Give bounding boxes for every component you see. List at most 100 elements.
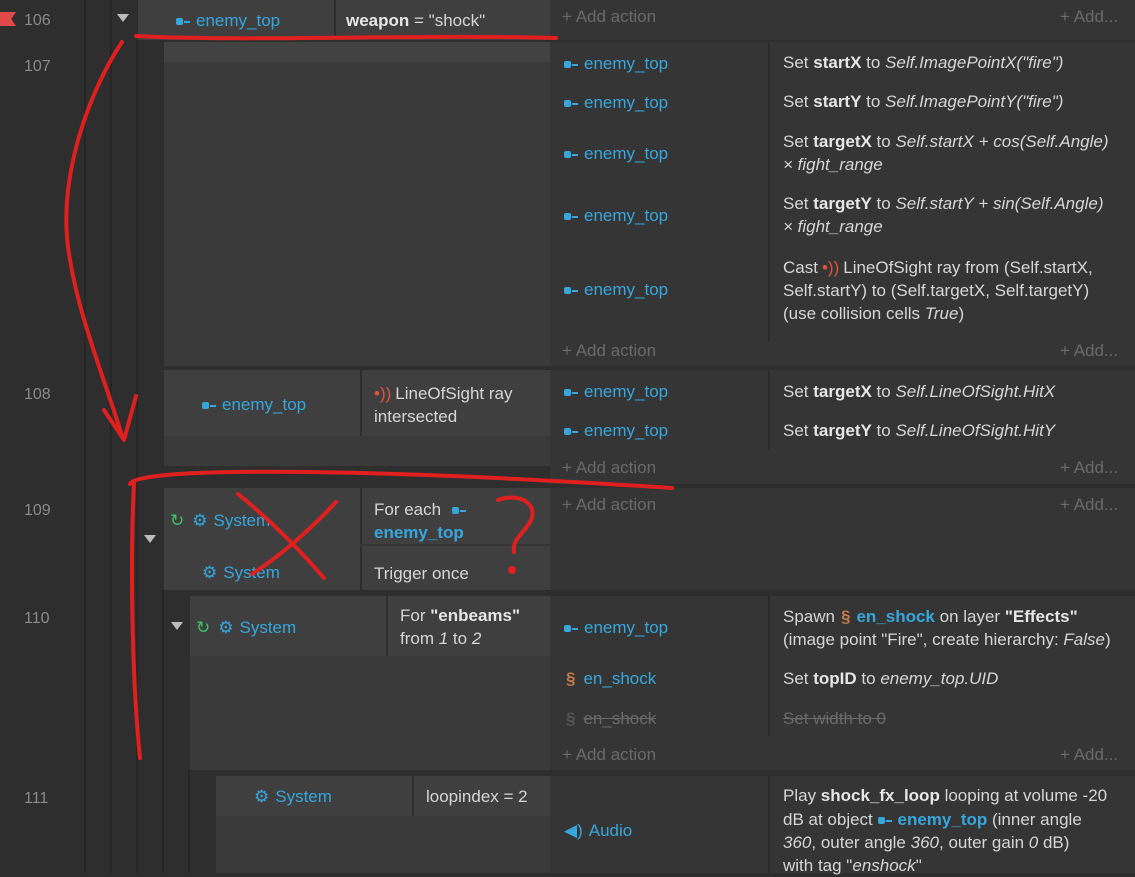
action-text-line2: (image point "Fire", create hierarchy: F…	[783, 630, 1111, 649]
sprite-icon: §	[566, 709, 576, 728]
add-action-link[interactable]: + Add action	[562, 5, 656, 28]
loop-icon: ↻	[170, 511, 185, 530]
condition-cell[interactable]: loopindex = 2	[412, 776, 550, 816]
add-action-link[interactable]: + Add action	[562, 743, 656, 766]
add-more-link[interactable]: + Add...	[1060, 493, 1118, 516]
add-action-link[interactable]: + Add action	[562, 456, 656, 479]
gutter-divider	[84, 0, 86, 873]
condition-value: = "shock"	[409, 11, 486, 30]
row-number: 108	[24, 386, 51, 403]
condition-text-line2: intersected	[374, 407, 458, 426]
action-text[interactable]: Set targetX to Self.startX + cos(Self.An…	[783, 130, 1109, 153]
condition-filler	[216, 816, 550, 873]
action-text-line2: × fight_range	[783, 217, 883, 236]
object-type-icon	[564, 212, 578, 222]
action-object[interactable]: enemy_top	[564, 278, 668, 301]
action-text[interactable]: Spawn § en_shock on layer "Effects"	[783, 605, 1078, 628]
condition-text: loopindex = 2	[426, 787, 528, 806]
action-object[interactable]: enemy_top	[564, 616, 668, 639]
action-object[interactable]: enemy_top	[564, 142, 668, 165]
action-object[interactable]: enemy_top	[564, 380, 668, 403]
empty-condition-block[interactable]	[164, 42, 550, 366]
row-number: 110	[24, 610, 50, 627]
add-more-link[interactable]: + Add...	[1060, 456, 1118, 479]
action-text-disabled[interactable]: Set width to 0	[783, 707, 886, 730]
action-text[interactable]: Set startX to Self.ImagePointX("fire")	[783, 51, 1063, 74]
annotation-arrowhead	[102, 394, 138, 442]
condition-object-cell[interactable]: ↻ ⚙ System ⚙ System	[164, 488, 360, 590]
add-more-link[interactable]: + Add...	[1060, 743, 1118, 766]
action-text-line2: Self.startY) to (Self.targetX, Self.targ…	[783, 281, 1090, 300]
add-more-link[interactable]: + Add...	[1060, 339, 1118, 362]
add-more-link[interactable]: + Add...	[1060, 5, 1118, 28]
ray-icon: •))	[374, 384, 392, 403]
condition-object: enemy_top	[196, 11, 281, 30]
add-action-link[interactable]: + Add action	[562, 493, 656, 516]
action-text[interactable]: Set topID to enemy_top.UID	[783, 667, 998, 690]
condition-object-cell[interactable]: ⚙ System	[216, 776, 412, 816]
actions-area: ◀) Audio Play shock_fx_loop looping at vo…	[550, 776, 1135, 875]
action-text[interactable]: Set targetX to Self.LineOfSight.HitX	[783, 380, 1055, 403]
speaker-icon: ◀)	[564, 821, 583, 840]
action-object[interactable]: ◀) Audio	[564, 819, 632, 842]
actions-area: enemy_top Set targetX to Self.LineOfSigh…	[550, 370, 1135, 484]
collapse-toggle[interactable]	[144, 535, 156, 543]
object-type-icon	[564, 624, 578, 634]
loop-icon: ↻	[196, 618, 211, 637]
sprite-icon: §	[840, 607, 851, 626]
action-text[interactable]: Set targetY to Self.startY + sin(Self.An…	[783, 192, 1104, 215]
object-type-icon	[564, 388, 578, 398]
condition-cell[interactable]: For each enemy_top Trigger once	[360, 488, 552, 590]
object-type-icon	[451, 506, 466, 516]
condition-cell[interactable]: weapon = "shock"	[334, 0, 550, 40]
action-object[interactable]: enemy_top	[564, 204, 668, 227]
row-number: 107	[24, 58, 51, 75]
object-type-icon	[877, 816, 892, 826]
action-text-line3: 360, outer angle 360, outer gain 0 dB)	[783, 833, 1070, 852]
object-type-icon	[202, 401, 216, 411]
gear-icon: ⚙	[254, 787, 270, 806]
collapse-toggle[interactable]	[117, 14, 129, 22]
collapse-toggle[interactable]	[171, 622, 183, 630]
condition-var: weapon	[346, 11, 410, 30]
action-text[interactable]: Cast •)) LineOfSight ray from (Self.startX…	[783, 256, 1093, 279]
action-object[interactable]: enemy_top	[564, 52, 668, 75]
action-text-line3: (use collision cells True)	[783, 304, 965, 323]
condition-cell[interactable]: For "enbeams" from 1 to 2	[386, 596, 550, 656]
action-text-line2: × fight_range	[783, 155, 883, 174]
object-type-icon	[564, 286, 578, 296]
gear-icon: ⚙	[192, 511, 208, 530]
action-text-line4: with tag "enshock"	[783, 856, 922, 875]
action-text[interactable]: Set startY to Self.ImagePointY("fire")	[783, 90, 1063, 113]
object-type-icon	[564, 99, 578, 109]
row-number: 106	[24, 12, 51, 29]
action-text-line2: dB at object enemy_top (inner angle	[783, 810, 1082, 829]
action-object[interactable]: § en_shock	[564, 667, 656, 690]
add-action-link[interactable]: + Add action	[562, 339, 656, 362]
actions-area: + Add action + Add...	[550, 488, 1135, 590]
condition-filler	[164, 436, 550, 466]
action-object[interactable]: enemy_top	[564, 419, 668, 442]
action-text[interactable]: Set targetY to Self.LineOfSight.HitY	[783, 419, 1055, 442]
condition-object-cell[interactable]: enemy_top	[138, 0, 334, 40]
row-number: 109	[24, 502, 51, 519]
action-object[interactable]: enemy_top	[564, 91, 668, 114]
condition-target: enemy_top	[374, 523, 464, 542]
condition-cell[interactable]: •)) LineOfSight ray intersected	[360, 370, 550, 436]
gear-icon: ⚙	[218, 618, 234, 637]
ray-icon: •))	[821, 258, 840, 277]
gear-icon: ⚙	[202, 563, 218, 582]
action-text[interactable]: Play shock_fx_loop looping at volume -20	[783, 784, 1107, 807]
condition-filler	[190, 656, 550, 770]
object-type-icon	[564, 60, 578, 70]
condition-object-cell[interactable]: enemy_top	[164, 370, 360, 436]
condition-text: Trigger once	[374, 564, 469, 583]
object-type-icon	[564, 427, 578, 437]
condition-object-cell[interactable]: ↻ ⚙ System	[190, 596, 386, 656]
object-type-icon	[564, 150, 578, 160]
action-object-disabled[interactable]: § en_shock	[564, 707, 656, 730]
actions-area: enemy_top Set startX to Self.ImagePointX…	[550, 42, 1135, 366]
sprite-icon: §	[566, 669, 576, 688]
row-number: 111	[24, 790, 49, 807]
object-type-icon	[176, 17, 190, 27]
